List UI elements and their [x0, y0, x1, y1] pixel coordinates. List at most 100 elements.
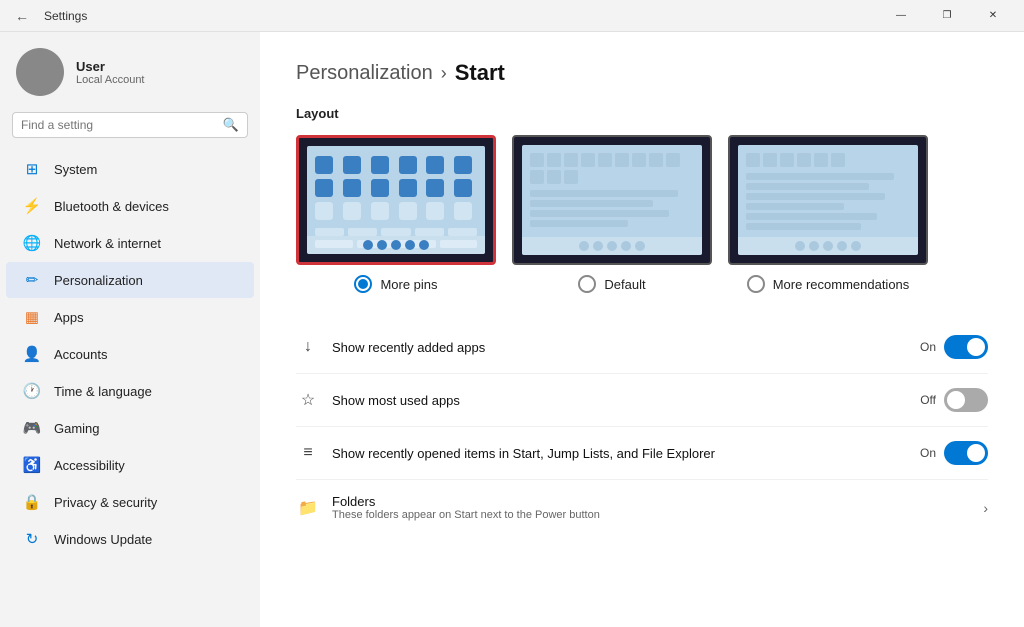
titlebar-title: Settings: [44, 9, 87, 23]
layout-card-more-recs[interactable]: More recommendations: [728, 135, 928, 293]
apps-icon: ▦: [22, 307, 42, 327]
search-box[interactable]: 🔍: [12, 112, 248, 138]
minimize-button[interactable]: —: [878, 0, 924, 32]
system-icon: ⊞: [22, 159, 42, 179]
user-sub: Local Account: [76, 74, 145, 86]
row-text-most-used: Show most used apps: [332, 393, 908, 408]
toggle-label-most-used: Off: [920, 393, 936, 407]
breadcrumb-sep: ›: [441, 63, 447, 84]
sidebar-item-label: System: [54, 162, 97, 177]
maximize-button[interactable]: ❐: [924, 0, 970, 32]
privacy-icon: 🔒: [22, 492, 42, 512]
radio-label-default[interactable]: Default: [578, 275, 645, 293]
layout-option-label-default: Default: [604, 277, 645, 292]
content-area: Personalization › Start Layout: [260, 32, 1024, 627]
row-title-recently-added: Show recently added apps: [332, 340, 908, 355]
sidebar-item-apps[interactable]: ▦ Apps: [6, 299, 254, 335]
sidebar-item-label: Network & internet: [54, 236, 161, 251]
settings-list: ↓ Show recently added apps On ☆ Show mos…: [296, 321, 988, 535]
settings-row-recently-added: ↓ Show recently added apps On: [296, 321, 988, 373]
accounts-icon: 👤: [22, 344, 42, 364]
layout-option-label-more-pins: More pins: [380, 277, 437, 292]
row-icon-recently-opened: ≡: [296, 441, 320, 465]
radio-label-more-pins[interactable]: More pins: [354, 275, 437, 293]
titlebar-left: ← Settings: [8, 2, 87, 30]
row-control-recently-opened: On: [920, 441, 988, 465]
gaming-icon: 🎮: [22, 418, 42, 438]
radio-label-more-recs[interactable]: More recommendations: [747, 275, 910, 293]
row-text-recently-opened: Show recently opened items in Start, Jum…: [332, 446, 908, 461]
sidebar-item-accounts[interactable]: 👤 Accounts: [6, 336, 254, 372]
settings-row-recently-opened: ≡ Show recently opened items in Start, J…: [296, 426, 988, 479]
sidebar-item-gaming[interactable]: 🎮 Gaming: [6, 410, 254, 446]
time-icon: 🕐: [22, 381, 42, 401]
personalization-icon: ✏: [22, 270, 42, 290]
radio-default[interactable]: [578, 275, 596, 293]
sidebar-item-label: Accessibility: [54, 458, 125, 473]
radio-more-recs[interactable]: [747, 275, 765, 293]
back-button[interactable]: ←: [8, 2, 36, 30]
layout-label: Layout: [296, 106, 988, 121]
toggle-label-recently-added: On: [920, 340, 936, 354]
app-body: User Local Account 🔍 ⊞ System ⚡ Bluetoot…: [0, 32, 1024, 627]
sidebar-item-time[interactable]: 🕐 Time & language: [6, 373, 254, 409]
sidebar-item-label: Windows Update: [54, 532, 152, 547]
row-subtitle-folders: These folders appear on Start next to th…: [332, 509, 971, 521]
sidebar-item-network[interactable]: 🌐 Network & internet: [6, 225, 254, 261]
titlebar-controls: — ❐ ✕: [878, 0, 1016, 32]
breadcrumb: Personalization › Start: [296, 60, 988, 86]
breadcrumb-current: Start: [455, 60, 505, 86]
sidebar-item-label: Apps: [54, 310, 84, 325]
layout-cards: More pins Default: [296, 135, 988, 293]
avatar: [16, 48, 64, 96]
toggle-label-recently-opened: On: [920, 446, 936, 460]
close-button[interactable]: ✕: [970, 0, 1016, 32]
user-profile: User Local Account: [0, 40, 260, 112]
toggle-recently-opened[interactable]: [944, 441, 988, 465]
row-control-most-used: Off: [920, 388, 988, 412]
sidebar-item-windows-update[interactable]: ↻ Windows Update: [6, 521, 254, 557]
search-icon: 🔍: [223, 117, 239, 133]
sidebar-item-label: Personalization: [54, 273, 143, 288]
row-title-folders: Folders: [332, 494, 971, 509]
sidebar-item-personalization[interactable]: ✏ Personalization: [6, 262, 254, 298]
toggle-most-used[interactable]: [944, 388, 988, 412]
row-text-folders: Folders These folders appear on Start ne…: [332, 494, 971, 521]
sidebar-item-bluetooth[interactable]: ⚡ Bluetooth & devices: [6, 188, 254, 224]
sidebar-item-label: Time & language: [54, 384, 152, 399]
sidebar: User Local Account 🔍 ⊞ System ⚡ Bluetoot…: [0, 32, 260, 627]
nav-list: ⊞ System ⚡ Bluetooth & devices 🌐 Network…: [0, 150, 260, 558]
titlebar: ← Settings — ❐ ✕: [0, 0, 1024, 32]
row-icon-folders: 📁: [296, 496, 320, 520]
layout-card-image-more-pins: [296, 135, 496, 265]
row-title-recently-opened: Show recently opened items in Start, Jum…: [332, 446, 908, 461]
layout-card-default[interactable]: Default: [512, 135, 712, 293]
row-control-recently-added: On: [920, 335, 988, 359]
search-input[interactable]: [21, 118, 217, 132]
chevron-icon-folders: ›: [983, 500, 988, 516]
sidebar-item-accessibility[interactable]: ♿ Accessibility: [6, 447, 254, 483]
windows-update-icon: ↻: [22, 529, 42, 549]
layout-card-more-pins[interactable]: More pins: [296, 135, 496, 293]
sidebar-item-label: Privacy & security: [54, 495, 157, 510]
radio-more-pins[interactable]: [354, 275, 372, 293]
layout-card-image-default: [512, 135, 712, 265]
accessibility-icon: ♿: [22, 455, 42, 475]
sidebar-item-privacy[interactable]: 🔒 Privacy & security: [6, 484, 254, 520]
sidebar-item-label: Gaming: [54, 421, 100, 436]
sidebar-item-system[interactable]: ⊞ System: [6, 151, 254, 187]
settings-row-folders[interactable]: 📁 Folders These folders appear on Start …: [296, 479, 988, 535]
layout-card-image-more-recs: [728, 135, 928, 265]
user-name: User: [76, 59, 145, 74]
user-info: User Local Account: [76, 59, 145, 86]
row-icon-most-used: ☆: [296, 388, 320, 412]
breadcrumb-parent: Personalization: [296, 62, 433, 85]
toggle-recently-added[interactable]: [944, 335, 988, 359]
settings-row-most-used: ☆ Show most used apps Off: [296, 373, 988, 426]
layout-option-label-more-recs: More recommendations: [773, 277, 910, 292]
row-title-most-used: Show most used apps: [332, 393, 908, 408]
sidebar-item-label: Bluetooth & devices: [54, 199, 169, 214]
row-text-recently-added: Show recently added apps: [332, 340, 908, 355]
bluetooth-icon: ⚡: [22, 196, 42, 216]
network-icon: 🌐: [22, 233, 42, 253]
